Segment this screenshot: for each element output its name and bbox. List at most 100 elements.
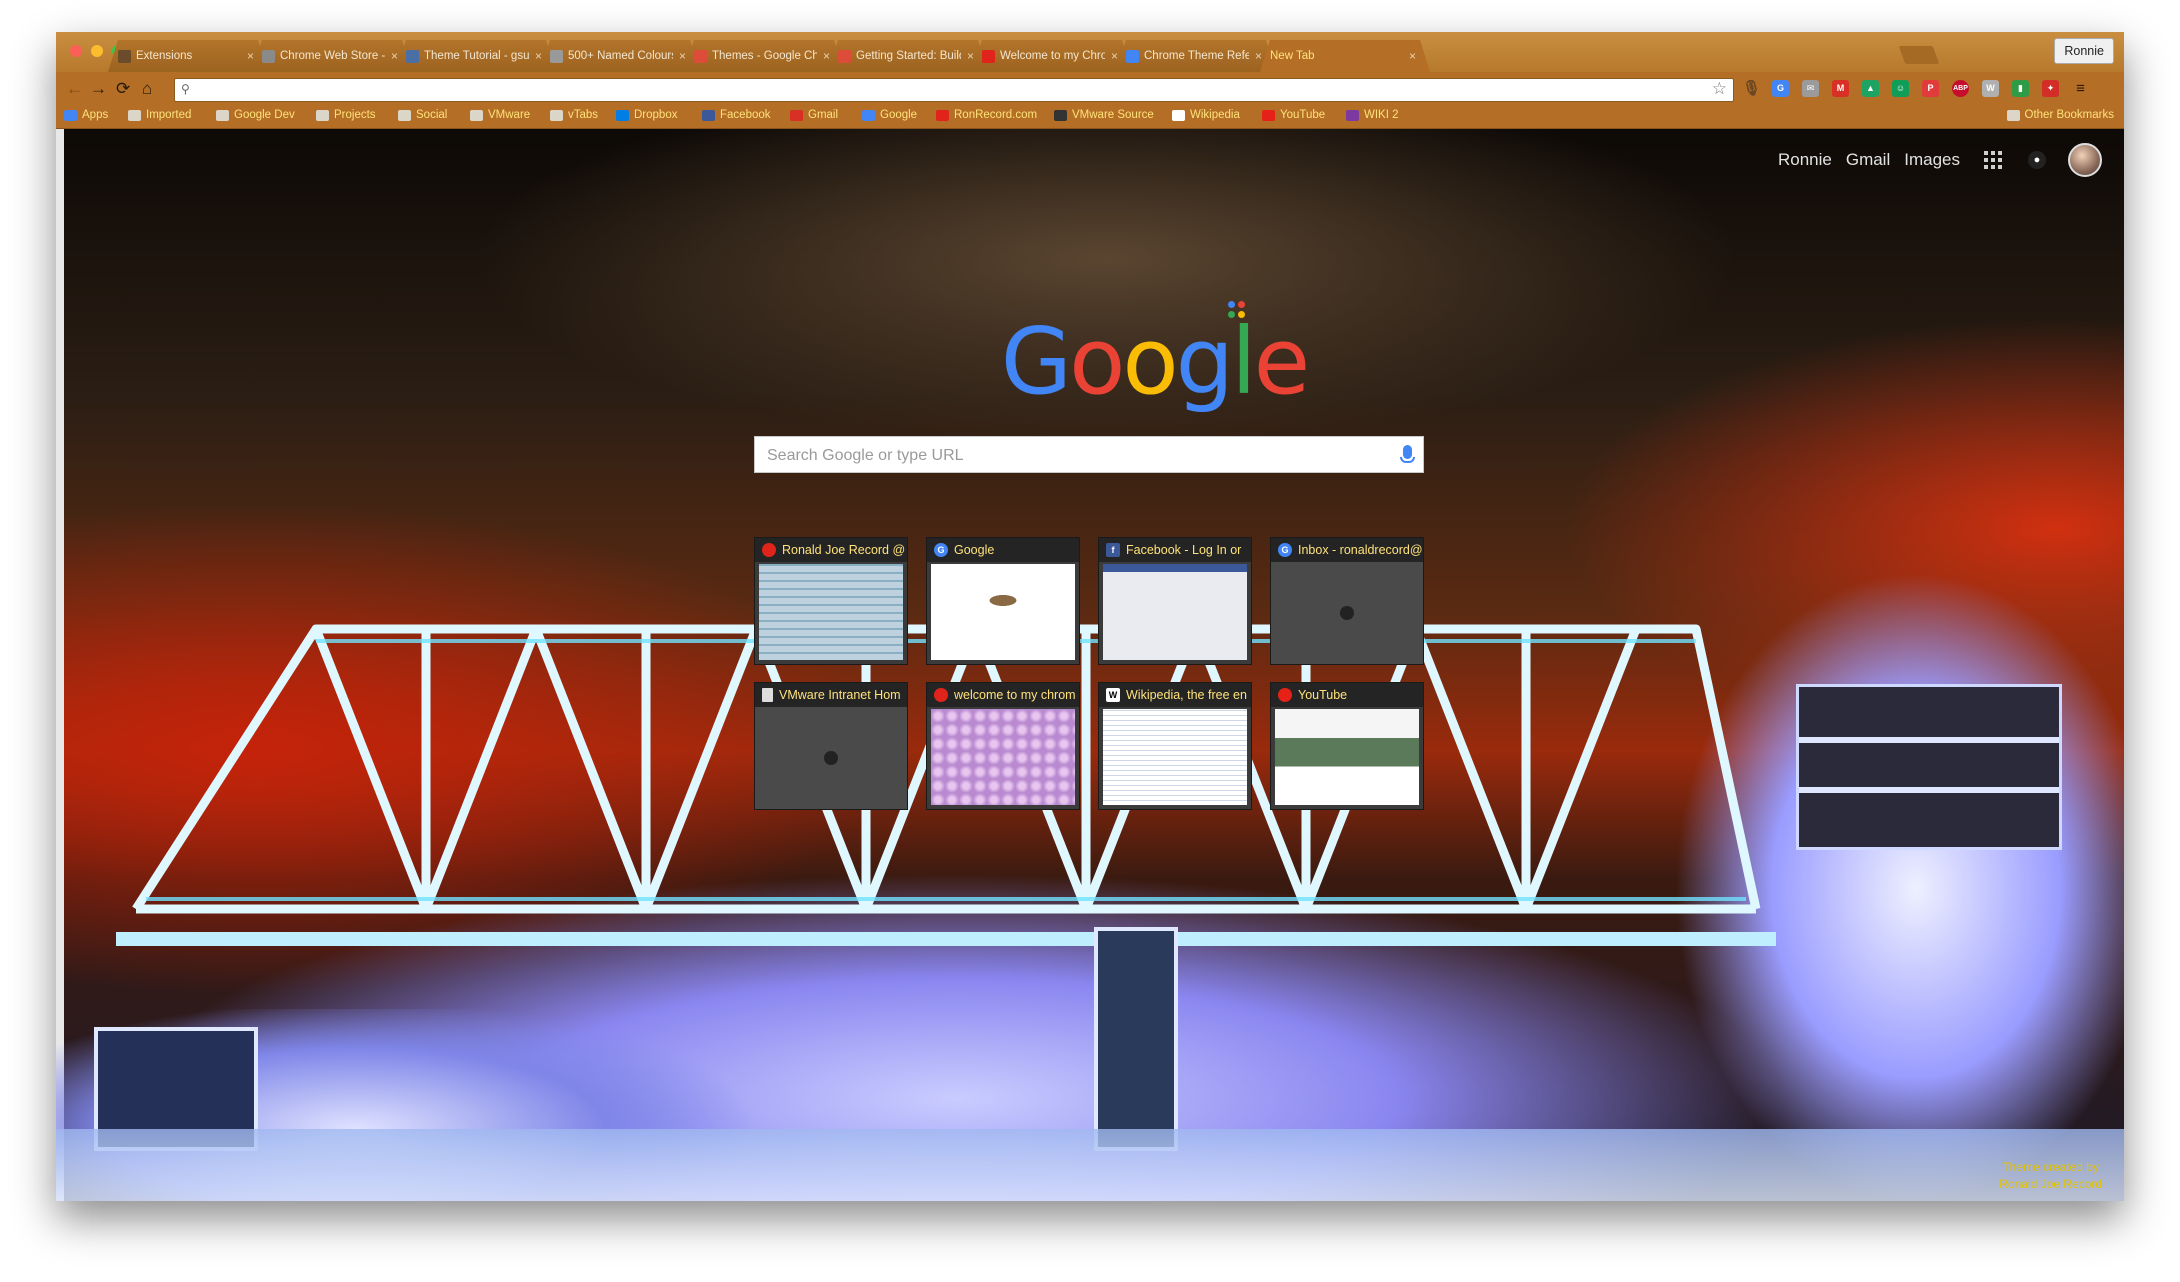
most-visited-tile[interactable]: W Wikipedia, the free en bbox=[1098, 682, 1252, 810]
bookmark-facebook[interactable]: Facebook bbox=[702, 109, 771, 121]
bookmark-gmail[interactable]: Gmail bbox=[790, 109, 838, 121]
bookmark-wikipedia[interactable]: Wikipedia bbox=[1172, 109, 1240, 121]
tile-thumbnail bbox=[759, 564, 903, 660]
folder-icon bbox=[470, 109, 483, 121]
bookmark-apps[interactable]: Apps bbox=[64, 109, 108, 121]
most-visited-tile[interactable]: G Google bbox=[926, 537, 1080, 665]
tile-header: G Google bbox=[927, 538, 1079, 562]
avatar[interactable] bbox=[2068, 143, 2102, 177]
omnibox[interactable]: ⚲ ☆ bbox=[174, 78, 1734, 102]
youtube-icon bbox=[1262, 109, 1275, 121]
user-link[interactable]: Ronnie bbox=[1778, 150, 1832, 170]
drive-icon[interactable]: ▲ bbox=[1862, 80, 1879, 97]
close-icon[interactable]: × bbox=[247, 49, 254, 63]
close-icon[interactable]: × bbox=[679, 49, 686, 63]
back-icon[interactable]: ← bbox=[66, 80, 83, 97]
gmail-icon[interactable]: M bbox=[1832, 80, 1849, 97]
tile-thumbnail bbox=[1103, 564, 1247, 660]
bookmark-dropbox[interactable]: Dropbox bbox=[616, 109, 677, 121]
most-visited-tile[interactable]: YouTube bbox=[1270, 682, 1424, 810]
close-icon[interactable]: × bbox=[967, 49, 974, 63]
logo-letter: G bbox=[1000, 308, 1072, 415]
bookmark-star-icon[interactable]: ☆ bbox=[1712, 79, 1727, 99]
notifications-icon[interactable]: ● bbox=[2028, 151, 2046, 169]
folder-icon bbox=[2006, 109, 2020, 121]
tile-header: YouTube bbox=[1271, 683, 1423, 707]
lastpass-icon[interactable]: ✦ bbox=[2042, 80, 2059, 97]
tile-thumbnail bbox=[931, 564, 1075, 660]
mail-gray-icon[interactable]: ✉ bbox=[1802, 80, 1819, 97]
other-bookmarks[interactable]: Other Bookmarks bbox=[2006, 109, 2114, 121]
bookmark-youtube[interactable]: YouTube bbox=[1262, 109, 1325, 121]
most-visited-tile[interactable]: welcome to my chrom bbox=[926, 682, 1080, 810]
tab[interactable]: New Tab × bbox=[1260, 40, 1430, 72]
bookmark-vtabs[interactable]: vTabs bbox=[550, 109, 598, 121]
most-visited-tile[interactable]: G Inbox - ronaldrecord@ bbox=[1270, 537, 1424, 665]
tab-strip: Extensions×Chrome Web Store - XChrome×Th… bbox=[56, 32, 2124, 72]
tab[interactable]: Getting Started: Building a × bbox=[828, 40, 988, 72]
translate-icon[interactable]: G bbox=[1772, 80, 1789, 97]
logo-letter: o bbox=[1069, 308, 1125, 415]
close-icon[interactable]: × bbox=[1111, 49, 1118, 63]
search-input[interactable] bbox=[765, 437, 1379, 474]
bookmark-wiki-2[interactable]: WIKI 2 bbox=[1346, 109, 1399, 121]
tab-label: 500+ Named Colours with bbox=[568, 50, 672, 62]
minimize-window-button[interactable] bbox=[91, 45, 103, 57]
images-link[interactable]: Images bbox=[1904, 150, 1960, 170]
mic-icon[interactable]: 🎙 bbox=[1742, 80, 1761, 97]
folder-icon bbox=[216, 109, 229, 121]
bookmark-google-dev[interactable]: Google Dev bbox=[216, 109, 295, 121]
adblock-icon[interactable]: ABP bbox=[1952, 80, 1969, 97]
tile-thumbnail bbox=[1103, 709, 1247, 805]
close-icon[interactable]: × bbox=[391, 49, 398, 63]
close-icon[interactable]: × bbox=[1409, 49, 1416, 63]
tab[interactable]: Themes - Google Chrome × bbox=[684, 40, 844, 72]
most-visited-tile[interactable]: f Facebook - Log In or bbox=[1098, 537, 1252, 665]
page-icon bbox=[262, 50, 275, 63]
hangouts-icon[interactable]: ☺ bbox=[1892, 80, 1909, 97]
tab[interactable]: Chrome Theme Reference × bbox=[1116, 40, 1276, 72]
most-visited-tile[interactable]: VMware Intranet Hom bbox=[754, 682, 908, 810]
battery-icon[interactable]: ▮ bbox=[2012, 80, 2029, 97]
close-window-button[interactable] bbox=[70, 45, 82, 57]
reload-icon[interactable]: ⟳ bbox=[116, 80, 130, 97]
menu-icon[interactable]: ≡ bbox=[2072, 80, 2089, 97]
search-icon: ⚲ bbox=[181, 82, 190, 96]
bookmark-label: Apps bbox=[82, 109, 109, 121]
bookmarks-bar: Apps Imported Google Dev Projects Social VMwa… bbox=[56, 106, 2124, 129]
home-icon[interactable]: ⌂ bbox=[142, 80, 152, 97]
tab[interactable]: 500+ Named Colours with × bbox=[540, 40, 700, 72]
apps-grid-icon[interactable] bbox=[1984, 151, 2002, 169]
word-icon[interactable]: W bbox=[1982, 80, 1999, 97]
dropbox-icon bbox=[616, 109, 629, 121]
voice-search-icon[interactable] bbox=[1400, 445, 1415, 463]
credit-author-link[interactable]: Ronald Joe Record bbox=[1999, 1176, 2102, 1193]
profile-button[interactable]: Ronnie bbox=[2054, 38, 2114, 64]
most-visited-tile[interactable]: Ronald Joe Record @ bbox=[754, 537, 908, 665]
bookmark-ronrecord-com[interactable]: RonRecord.com bbox=[936, 109, 1037, 121]
gmail-link[interactable]: Gmail bbox=[1846, 150, 1890, 170]
search-box[interactable] bbox=[754, 436, 1424, 474]
tab[interactable]: Chrome Web Store - XChrome × bbox=[252, 40, 412, 72]
tab[interactable]: Extensions × bbox=[108, 40, 268, 72]
bookmark-vmware[interactable]: VMware bbox=[470, 109, 530, 121]
close-icon[interactable]: × bbox=[535, 49, 542, 63]
bookmark-google[interactable]: Google bbox=[862, 109, 917, 121]
close-icon[interactable]: × bbox=[1255, 49, 1262, 63]
new-tab-button[interactable] bbox=[1898, 46, 1940, 64]
forward-icon[interactable]: → bbox=[90, 80, 107, 97]
bookmark-imported[interactable]: Imported bbox=[128, 109, 191, 121]
browser-window: Extensions×Chrome Web Store - XChrome×Th… bbox=[56, 32, 2124, 1201]
bookmark-projects[interactable]: Projects bbox=[316, 109, 376, 121]
tile-thumbnail bbox=[1271, 562, 1423, 664]
bookmark-label: Gmail bbox=[808, 109, 839, 121]
tab[interactable]: Welcome to my Chrome th × bbox=[972, 40, 1132, 72]
bookmark-vmware-source[interactable]: VMware Source bbox=[1054, 109, 1154, 121]
tab[interactable]: Theme Tutorial - gsugsa × bbox=[396, 40, 556, 72]
bookmark-social[interactable]: Social bbox=[398, 109, 447, 121]
pocket-icon[interactable]: P bbox=[1922, 80, 1939, 97]
folder-icon bbox=[128, 109, 141, 121]
close-icon[interactable]: × bbox=[823, 49, 830, 63]
tile-header: G Inbox - ronaldrecord@ bbox=[1271, 538, 1423, 562]
tile-header: f Facebook - Log In or bbox=[1099, 538, 1251, 562]
